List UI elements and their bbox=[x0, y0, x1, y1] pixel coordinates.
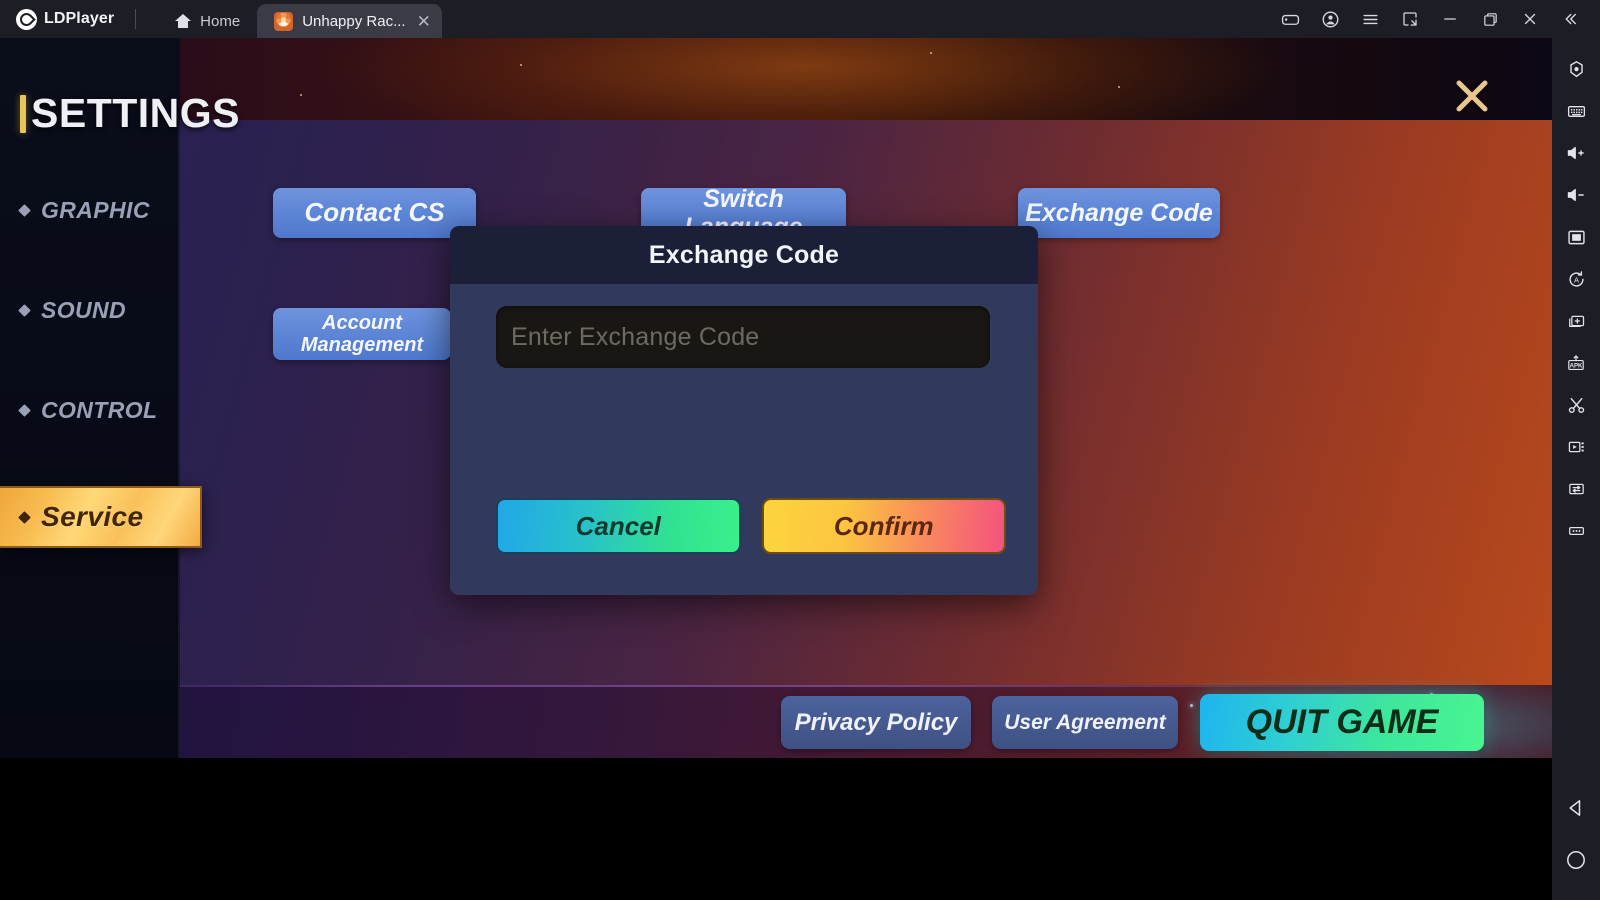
svg-text:A: A bbox=[1573, 275, 1578, 284]
account-icon[interactable] bbox=[1310, 0, 1350, 38]
window-controls bbox=[1270, 0, 1600, 38]
dialog-actions: Cancel Confirm bbox=[496, 498, 1006, 554]
bottom-button-row: Privacy Policy User Agreement QUIT GAME bbox=[0, 685, 1552, 758]
dialog-header: Exchange Code bbox=[450, 226, 1038, 284]
exchange-code-input[interactable]: Enter Exchange Code bbox=[496, 306, 990, 368]
confirm-button[interactable]: Confirm bbox=[761, 498, 1006, 554]
star-speck bbox=[1118, 86, 1120, 88]
sidebar-item-label: Service bbox=[41, 501, 144, 532]
title-accent-bar bbox=[20, 94, 26, 133]
apk-install-icon[interactable]: APK bbox=[1556, 342, 1596, 384]
user-agreement-button[interactable]: User Agreement bbox=[992, 696, 1178, 749]
fullscreen-icon[interactable] bbox=[1556, 216, 1596, 258]
multi-instance-icon[interactable] bbox=[1556, 300, 1596, 342]
tab-home-label: Home bbox=[200, 12, 241, 30]
tab-close-icon[interactable]: ✕ bbox=[417, 13, 431, 30]
sidebar-item-label: CONTROL bbox=[41, 396, 158, 423]
tab-game-label: Unhappy Rac... bbox=[302, 12, 406, 30]
video-record-icon[interactable] bbox=[1556, 426, 1596, 468]
game-viewport: SETTINGS GRAPHIC SOUND CONTROL Service C… bbox=[0, 38, 1552, 758]
minimize-icon[interactable] bbox=[1430, 0, 1470, 38]
diamond-bullet-icon bbox=[18, 203, 31, 217]
tab-unhappy-raccoon[interactable]: Unhappy Rac... ✕ bbox=[257, 4, 442, 38]
file-transfer-icon[interactable] bbox=[1556, 468, 1596, 510]
diamond-bullet-icon bbox=[18, 510, 31, 524]
exchange-code-button[interactable]: Exchange Code bbox=[1018, 188, 1220, 238]
dialog-title: Exchange Code bbox=[648, 240, 840, 269]
svg-text:APK: APK bbox=[1570, 362, 1583, 369]
emulator-titlebar: LDPlayer Home Unhappy Rac... ✕ bbox=[0, 0, 1600, 38]
sparkle-speck bbox=[1190, 704, 1193, 707]
more-options-icon[interactable] bbox=[1556, 510, 1596, 552]
tab-home[interactable]: Home bbox=[158, 4, 257, 38]
star-speck bbox=[300, 94, 302, 96]
contact-cs-button[interactable]: Contact CS bbox=[273, 188, 476, 238]
sidebar-item-label: GRAPHIC bbox=[41, 196, 150, 223]
brand-divider bbox=[135, 9, 137, 29]
home-icon bbox=[175, 14, 192, 28]
menu-icon[interactable] bbox=[1350, 0, 1390, 38]
account-management-button[interactable]: Account Management bbox=[273, 308, 451, 360]
volume-up-icon[interactable] bbox=[1556, 132, 1596, 174]
home-circle-icon[interactable] bbox=[1556, 834, 1596, 886]
privacy-policy-button[interactable]: Privacy Policy bbox=[781, 696, 971, 749]
back-icon[interactable] bbox=[1556, 782, 1596, 834]
keyboard-icon[interactable] bbox=[1556, 90, 1596, 132]
quit-game-button[interactable]: QUIT GAME bbox=[1200, 694, 1484, 751]
sidebar-item-sound[interactable]: SOUND bbox=[0, 286, 180, 334]
exchange-code-placeholder: Enter Exchange Code bbox=[511, 322, 760, 351]
exchange-code-dialog: Exchange Code Enter Exchange Code Cancel… bbox=[450, 226, 1038, 595]
star-speck bbox=[930, 52, 932, 54]
sidebar-item-graphic[interactable]: GRAPHIC bbox=[0, 186, 180, 234]
restore-down-icon[interactable] bbox=[1390, 0, 1430, 38]
rotate-screen-icon[interactable]: A bbox=[1556, 258, 1596, 300]
star-speck bbox=[520, 64, 522, 66]
sidebar-item-service[interactable]: Service bbox=[0, 486, 202, 548]
sidebar-item-control[interactable]: CONTROL bbox=[0, 386, 180, 434]
settings-close-button[interactable] bbox=[1449, 73, 1495, 119]
settings-icon[interactable] bbox=[1556, 48, 1596, 90]
gamepad-icon[interactable] bbox=[1270, 0, 1310, 38]
emulator-tool-sidebar: A APK bbox=[1552, 38, 1600, 900]
settings-nav-list: GRAPHIC SOUND CONTROL Service bbox=[0, 186, 202, 548]
scissors-icon[interactable] bbox=[1556, 384, 1596, 426]
dialog-body: Enter Exchange Code Cancel Confirm bbox=[450, 284, 1038, 595]
volume-down-icon[interactable] bbox=[1556, 174, 1596, 216]
close-icon[interactable] bbox=[1510, 0, 1550, 38]
collapse-icon[interactable] bbox=[1550, 0, 1590, 38]
brand: LDPlayer bbox=[0, 0, 137, 38]
cancel-button[interactable]: Cancel bbox=[496, 498, 741, 554]
diamond-bullet-icon bbox=[18, 403, 31, 417]
ldplayer-logo-icon bbox=[16, 8, 37, 30]
sidebar-item-label: SOUND bbox=[41, 296, 127, 323]
maximize-icon[interactable] bbox=[1470, 0, 1510, 38]
tab-strip: Home Unhappy Rac... ✕ bbox=[158, 0, 442, 38]
game-favicon bbox=[274, 11, 294, 31]
diamond-bullet-icon bbox=[18, 303, 31, 317]
brand-name: LDPlayer bbox=[44, 10, 115, 27]
